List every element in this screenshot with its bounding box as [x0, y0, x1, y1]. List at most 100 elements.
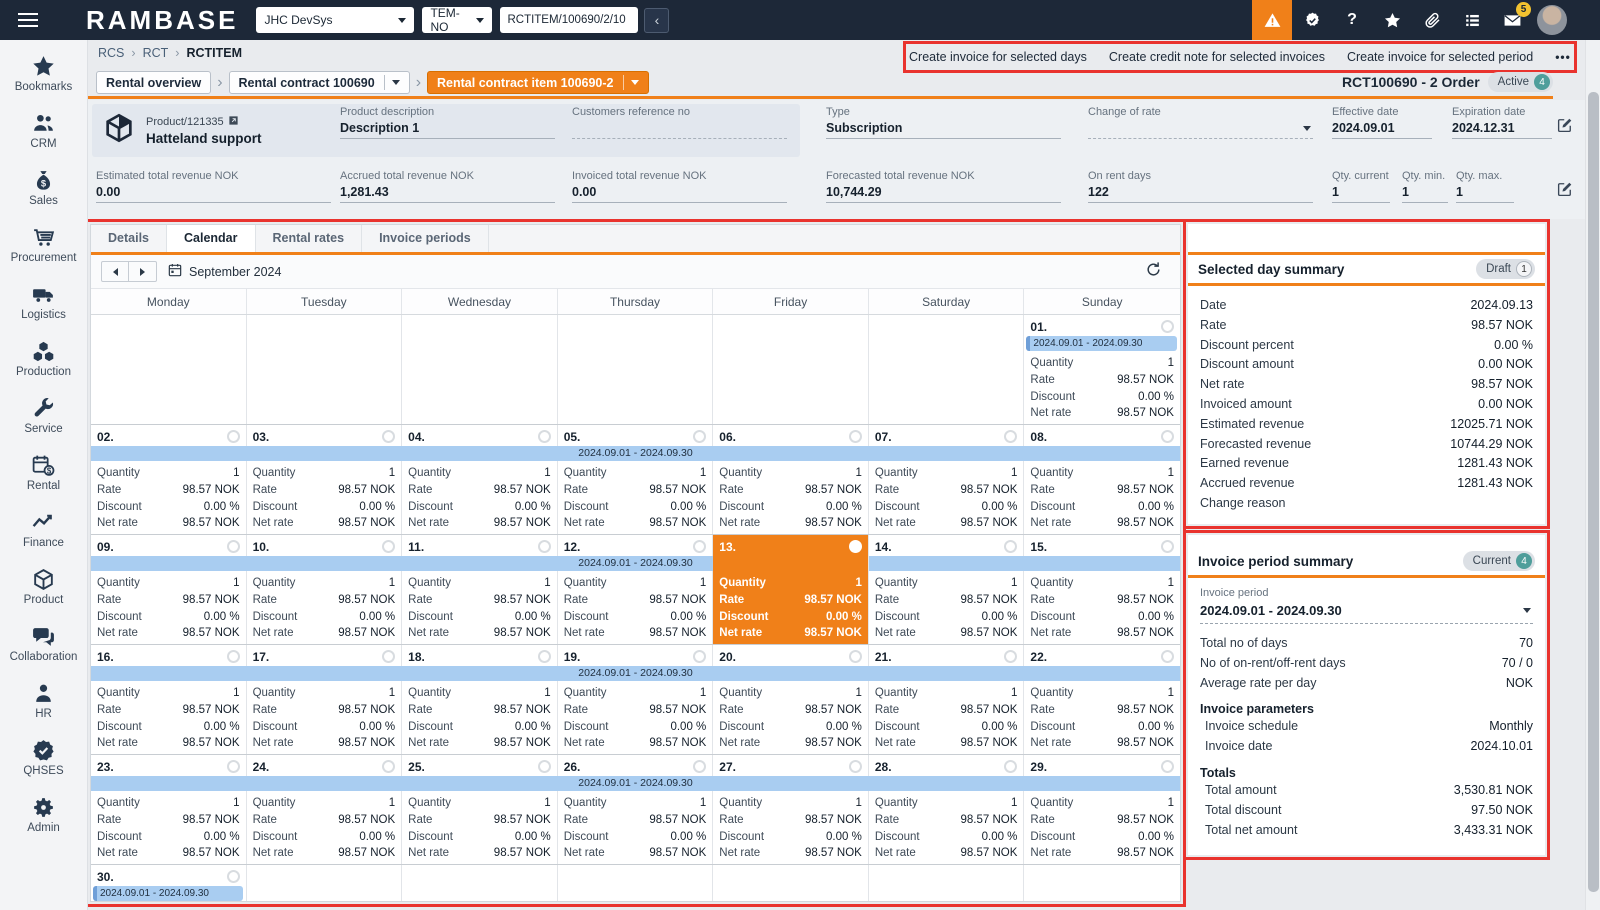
day-cell-08[interactable]: 08.Quantity1Rate98.57 NOKDiscount0.00 %N…	[1024, 425, 1180, 534]
field-value[interactable]: 1	[1402, 185, 1448, 203]
field-value[interactable]	[1088, 121, 1313, 139]
sidebar-item-product[interactable]: Product	[0, 565, 87, 622]
sidebar-item-qhses[interactable]: QHSES	[0, 736, 87, 793]
hamburger-menu-icon[interactable]	[18, 13, 38, 27]
day-cell-04[interactable]: 04.Quantity1Rate98.57 NOKDiscount0.00 %N…	[402, 425, 558, 534]
create-invoice-for-selected-days-button[interactable]: Create invoice for selected days	[909, 50, 1087, 64]
day-select-radio[interactable]	[382, 760, 395, 773]
create-invoice-for-selected-period-button[interactable]: Create invoice for selected period	[1347, 50, 1533, 64]
period-banner[interactable]: 2024.09.01 - 2024.09.30	[93, 886, 243, 901]
sidebar-item-collaboration[interactable]: Collaboration	[0, 622, 87, 679]
field-value[interactable]: 0.00	[572, 185, 787, 203]
day-cell-06[interactable]: 06.Quantity1Rate98.57 NOKDiscount0.00 %N…	[713, 425, 869, 534]
day-cell-26[interactable]: 26.Quantity1Rate98.57 NOKDiscount0.00 %N…	[558, 755, 714, 864]
day-select-radio[interactable]	[1161, 320, 1174, 333]
field-qty-max[interactable]: Qty. max.1	[1456, 170, 1514, 203]
day-cell-30[interactable]: 30.2024.09.01 - 2024.09.30	[91, 865, 247, 901]
day-select-radio[interactable]	[1161, 760, 1174, 773]
day-cell-14[interactable]: 14.Quantity1Rate98.57 NOKDiscount0.00 %N…	[869, 535, 1025, 644]
day-cell-02[interactable]: 02.Quantity1Rate98.57 NOKDiscount0.00 %N…	[91, 425, 247, 534]
day-select-radio[interactable]	[227, 540, 240, 553]
field-value[interactable]: Subscription	[826, 121, 1061, 139]
invoice-period-select[interactable]: 2024.09.01 - 2024.09.30	[1200, 599, 1533, 624]
tab-details[interactable]: Details	[91, 225, 167, 252]
system-select[interactable]: JHC DevSys	[256, 7, 414, 33]
day-select-radio[interactable]	[382, 540, 395, 553]
field-product-description[interactable]: Product descriptionDescription 1	[340, 106, 555, 139]
field-value[interactable]: 0.00	[96, 185, 331, 203]
back-button[interactable]: ‹	[644, 8, 669, 33]
day-cell-24[interactable]: 24.Quantity1Rate98.57 NOKDiscount0.00 %N…	[247, 755, 403, 864]
day-cell-01[interactable]: 01.2024.09.01 - 2024.09.30Quantity1Rate9…	[1024, 315, 1180, 424]
day-select-radio[interactable]	[227, 430, 240, 443]
field-forecasted-total-revenue-nok[interactable]: Forecasted total revenue NOK10,744.29	[826, 170, 1061, 203]
field-value[interactable]: 122	[1088, 185, 1313, 203]
day-select-radio[interactable]	[693, 430, 706, 443]
day-cell-18[interactable]: 18.Quantity1Rate98.57 NOKDiscount0.00 %N…	[402, 645, 558, 754]
day-cell-29[interactable]: 29.Quantity1Rate98.57 NOKDiscount0.00 %N…	[1024, 755, 1180, 864]
favorites-star-icon[interactable]	[1372, 0, 1412, 40]
day-cell-28[interactable]: 28.Quantity1Rate98.57 NOKDiscount0.00 %N…	[869, 755, 1025, 864]
day-cell-09[interactable]: 09.Quantity1Rate98.57 NOKDiscount0.00 %N…	[91, 535, 247, 644]
day-cell-17[interactable]: 17.Quantity1Rate98.57 NOKDiscount0.00 %N…	[247, 645, 403, 754]
field-change-of-rate[interactable]: Change of rate	[1088, 106, 1313, 139]
sidebar-item-admin[interactable]: Admin	[0, 793, 87, 850]
day-cell-25[interactable]: 25.Quantity1Rate98.57 NOKDiscount0.00 %N…	[402, 755, 558, 864]
day-select-radio[interactable]	[693, 760, 706, 773]
period-banner[interactable]: 2024.09.01 - 2024.09.30	[91, 776, 1180, 791]
field-accrued-total-revenue-nok[interactable]: Accrued total revenue NOK1,281.43	[340, 170, 555, 203]
sidebar-item-rental[interactable]: $Rental	[0, 451, 87, 508]
field-value[interactable]: 2024.12.31	[1452, 121, 1552, 139]
create-credit-note-for-selected-invoices-button[interactable]: Create credit note for selected invoices	[1109, 50, 1325, 64]
sidebar-item-logistics[interactable]: Logistics	[0, 280, 87, 337]
field-value[interactable]: 1	[1456, 185, 1514, 203]
field-value[interactable]: Description 1	[340, 121, 555, 139]
sidebar-item-finance[interactable]: Finance	[0, 508, 87, 565]
day-cell-21[interactable]: 21.Quantity1Rate98.57 NOKDiscount0.00 %N…	[869, 645, 1025, 754]
field-on-rent-days[interactable]: On rent days122	[1088, 170, 1313, 203]
day-select-radio[interactable]	[227, 650, 240, 663]
field-effective-date[interactable]: Effective date2024.09.01	[1332, 106, 1432, 139]
day-select-radio[interactable]	[1004, 650, 1017, 663]
breadcrumb-item-rct[interactable]: RCT	[143, 46, 169, 60]
day-cell-23[interactable]: 23.Quantity1Rate98.57 NOKDiscount0.00 %N…	[91, 755, 247, 864]
day-cell-11[interactable]: 11.Quantity1Rate98.57 NOKDiscount0.00 %N…	[402, 535, 558, 644]
day-select-radio[interactable]	[227, 870, 240, 883]
day-cell-15[interactable]: 15.Quantity1Rate98.57 NOKDiscount0.00 %N…	[1024, 535, 1180, 644]
chevron-down-icon[interactable]	[392, 80, 400, 85]
field-value[interactable]: 2024.09.01	[1332, 121, 1432, 139]
sidebar-item-sales[interactable]: $Sales	[0, 166, 87, 223]
context-tab-rental-contract-item-100690-2[interactable]: Rental contract item 100690-2	[427, 71, 648, 94]
day-select-radio[interactable]	[227, 760, 240, 773]
day-select-radio[interactable]	[538, 540, 551, 553]
day-cell-03[interactable]: 03.Quantity1Rate98.57 NOKDiscount0.00 %N…	[247, 425, 403, 534]
field-value[interactable]	[572, 121, 787, 139]
field-qty-current[interactable]: Qty. current1	[1332, 170, 1390, 203]
day-select-radio[interactable]	[849, 430, 862, 443]
edit-icon[interactable]	[1556, 180, 1574, 198]
field-qty-min[interactable]: Qty. min.1	[1402, 170, 1448, 203]
day-select-radio[interactable]	[538, 430, 551, 443]
edit-icon[interactable]	[1556, 116, 1574, 134]
vertical-scrollbar[interactable]	[1585, 40, 1600, 910]
warning-icon[interactable]	[1252, 0, 1292, 40]
sidebar-item-hr[interactable]: HR	[0, 679, 87, 736]
task-list-icon[interactable]	[1452, 0, 1492, 40]
day-select-radio[interactable]	[382, 430, 395, 443]
field-type[interactable]: TypeSubscription	[826, 106, 1061, 139]
prev-month-button[interactable]	[101, 261, 129, 282]
check-seal-icon[interactable]	[1292, 0, 1332, 40]
help-icon[interactable]: ?	[1332, 0, 1372, 40]
context-tab-rental-contract-100690[interactable]: Rental contract 100690	[229, 71, 410, 94]
refresh-icon[interactable]	[1145, 261, 1162, 283]
day-cell-19[interactable]: 19.Quantity1Rate98.57 NOKDiscount0.00 %N…	[558, 645, 714, 754]
day-cell-27[interactable]: 27.Quantity1Rate98.57 NOKDiscount0.00 %N…	[713, 755, 869, 864]
day-select-radio[interactable]	[538, 760, 551, 773]
chevron-down-icon[interactable]	[1303, 126, 1311, 131]
day-cell-16[interactable]: 16.Quantity1Rate98.57 NOKDiscount0.00 %N…	[91, 645, 247, 754]
day-cell-13[interactable]: 13.Quantity1Rate98.57 NOKDiscount0.00 %N…	[713, 535, 869, 644]
field-invoiced-total-revenue-nok[interactable]: Invoiced total revenue NOK0.00	[572, 170, 787, 203]
field-expiration-date[interactable]: Expiration date2024.12.31	[1452, 106, 1552, 139]
sidebar-item-service[interactable]: Service	[0, 394, 87, 451]
sidebar-item-crm[interactable]: CRM	[0, 109, 87, 166]
